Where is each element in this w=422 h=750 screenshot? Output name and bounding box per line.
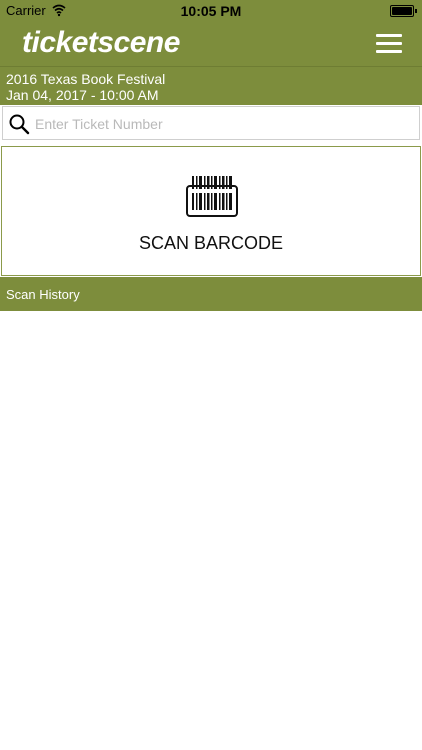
event-datetime: Jan 04, 2017 - 10:00 AM — [6, 87, 159, 103]
ticket-number-input[interactable] — [33, 112, 417, 136]
event-name: 2016 Texas Book Festival — [6, 71, 166, 87]
top-nav-bar: ticketscene — [0, 22, 422, 66]
battery-icon — [390, 5, 417, 17]
status-bar: Carrier 10:05 PM — [0, 0, 422, 22]
scan-barcode-button[interactable]: SCAN BARCODE — [1, 146, 421, 276]
scan-history-label: Scan History — [6, 287, 80, 302]
barcode-scanner-icon — [186, 176, 238, 217]
hamburger-menu-icon[interactable] — [372, 30, 406, 58]
scan-barcode-label: SCAN BARCODE — [138, 233, 284, 253]
search-icon — [9, 114, 30, 135]
event-info: 2016 Texas Book Festival Jan 04, 2017 - … — [0, 66, 422, 105]
ticket-search-bar — [2, 106, 420, 140]
clock-time: 10:05 PM — [180, 3, 242, 19]
ticketscene-logo: ticketscene — [22, 26, 180, 59]
scan-history-bar[interactable]: Scan History — [0, 277, 422, 311]
